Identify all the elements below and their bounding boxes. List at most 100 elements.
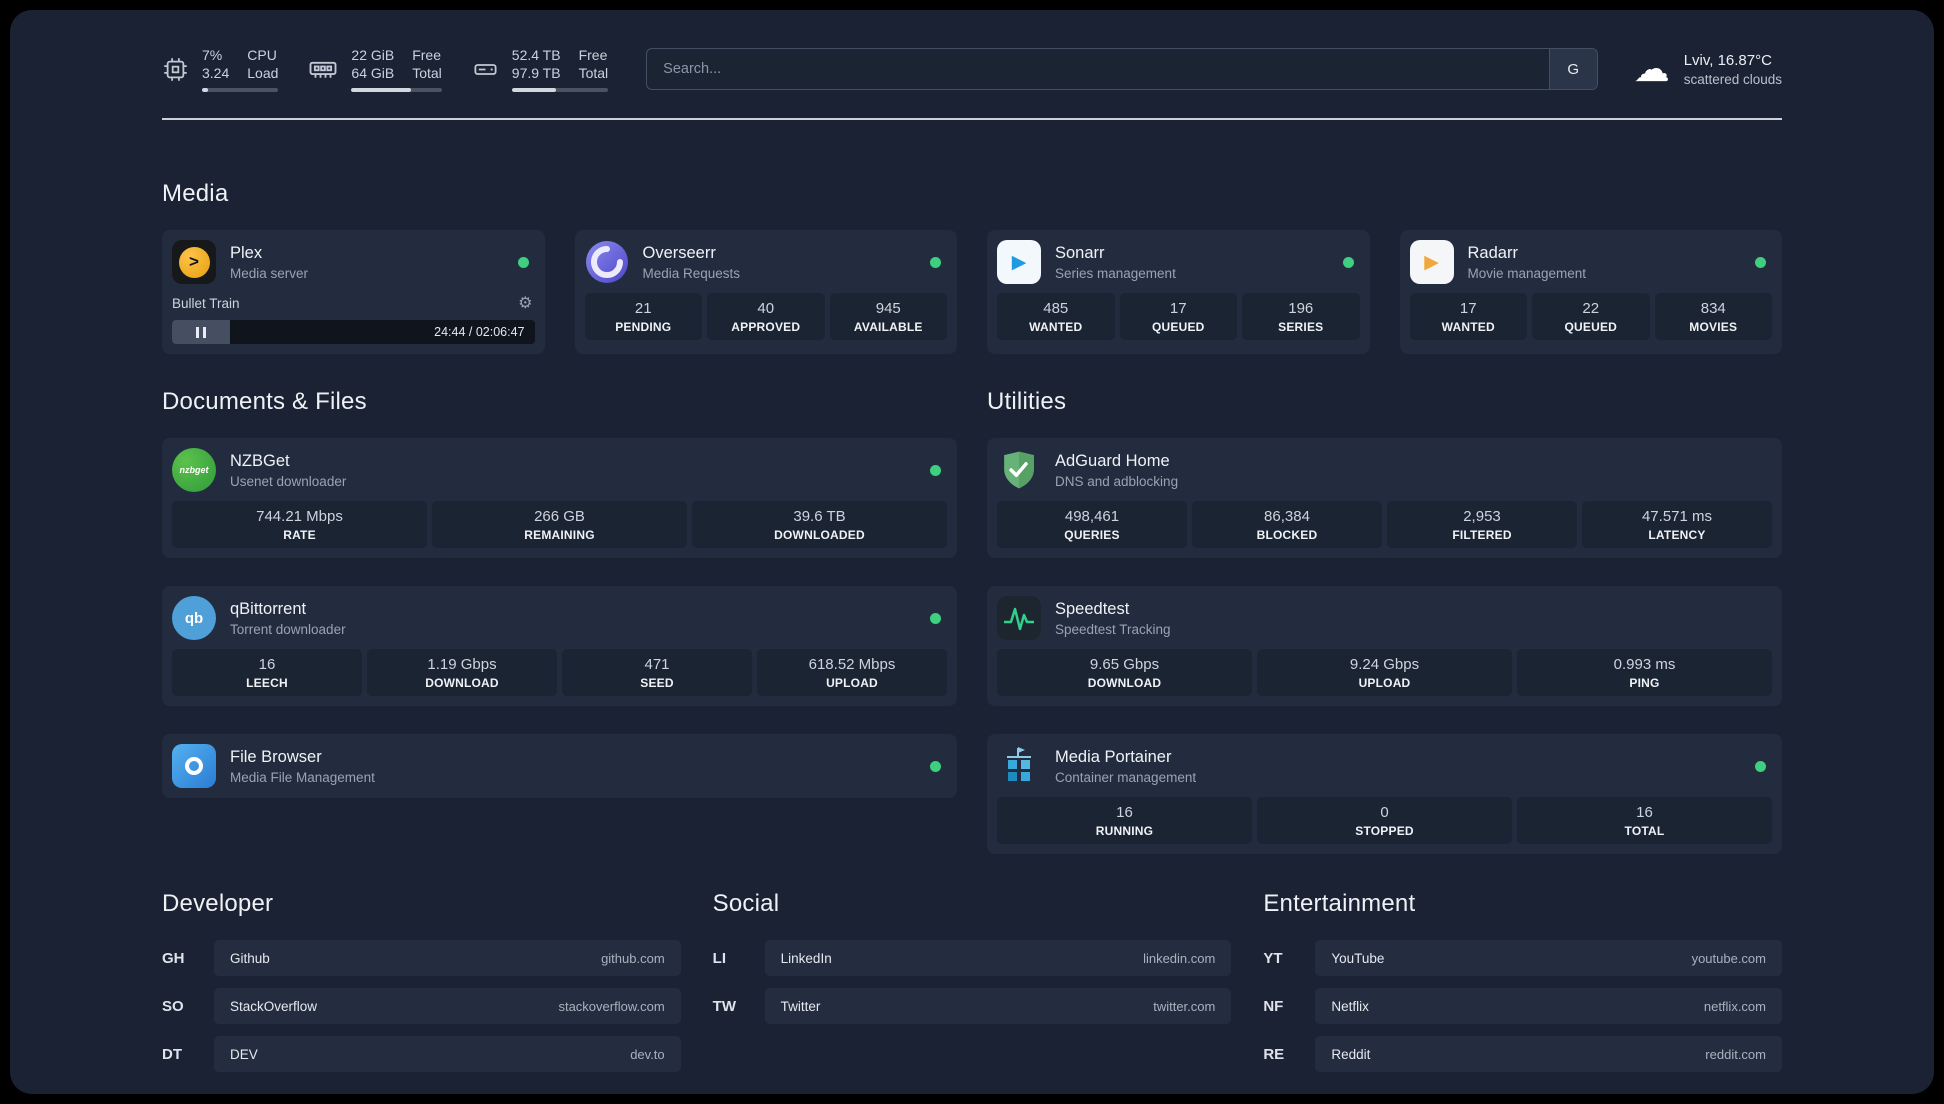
bookmark-link-reddit[interactable]: RE Reddit reddit.com [1263,1036,1782,1072]
stat-label: SEED [640,676,674,690]
stat-value: 618.52 Mbps [808,656,896,673]
stat-label: PING [1629,676,1660,690]
bookmark-name: YouTube [1331,950,1385,966]
service-card-filebrowser[interactable]: File Browser Media File Management [162,734,957,798]
status-indicator [930,760,941,772]
stat-tile: 16 RUNNING [997,797,1252,844]
nzbget-icon: nzbget [172,448,216,492]
radarr-icon: ▶ [1409,240,1454,284]
stat-value: 9.65 Gbps [1089,656,1160,673]
bookmark-name: Github [230,950,270,966]
disk-icon [472,56,499,83]
stat-label: WANTED [1029,320,1083,334]
qbittorrent-icon: qb [172,596,216,640]
bookmark-link-linkedin[interactable]: LI LinkedIn linkedin.com [713,940,1232,976]
stat-tile: 498,461 QUERIES [997,501,1187,548]
storage-total-label: Total [578,65,609,81]
service-name: qBittorrent [230,599,307,618]
stat-tile: 1.19 Gbps DOWNLOAD [367,649,557,696]
search-input[interactable] [647,49,1549,89]
stat-tile: 22 QUEUED [1532,293,1650,340]
stat-label: DOWNLOADED [774,528,865,542]
portainer-icon [997,744,1041,788]
memory-monitor: 22 GiB 64 GiB Free Total [308,46,442,92]
gear-icon[interactable]: ⚙ [518,293,532,313]
service-card-portainer[interactable]: Media Portainer Container management 16 … [987,734,1782,854]
service-card-adguard[interactable]: AdGuard Home DNS and adblocking 498,461 … [987,438,1782,558]
speedtest-icon [997,596,1041,640]
status-indicator [1342,256,1354,268]
dashboard-panel: 7% 3.24 CPU Load 22 GiB 64 GiB Free Tota… [10,10,1934,1094]
service-subtitle: Container management [1055,769,1197,785]
service-name: AdGuard Home [1055,451,1170,470]
service-name: Plex [230,243,263,262]
stat-tile: 16 LEECH [172,649,362,696]
stat-tile: 40 APPROVED [707,293,825,340]
memory-free-label: Free [412,47,442,63]
stat-value: 39.6 TB [793,508,846,525]
stat-tile: 744.21 Mbps RATE [172,501,427,548]
stat-value: 485 [1043,300,1069,317]
bookmark-group-social: Social LI LinkedIn linkedin.com TW Twitt… [713,890,1232,1084]
plex-icon: > [172,240,216,284]
stat-tile: 47.571 ms LATENCY [1582,501,1772,548]
stat-label: APPROVED [731,320,801,334]
service-card-radarr[interactable]: ▶ Radarr Movie management 17 WANTED 22 Q… [1399,230,1782,354]
status-indicator [1755,760,1766,772]
stat-value: 2,953 [1463,508,1501,525]
bookmark-url: twitter.com [1153,998,1216,1014]
search-provider-button[interactable]: G [1548,49,1597,89]
stat-value: 196 [1288,300,1314,317]
stat-tile: 39.6 TB DOWNLOADED [692,501,947,548]
service-card-nzbget[interactable]: nzbget NZBGet Usenet downloader 744.21 M… [162,438,957,558]
bookmark-link-dev[interactable]: DT DEV dev.to [162,1036,681,1072]
stat-value: 945 [875,300,901,317]
section-title-media: Media [162,180,229,207]
service-subtitle: Usenet downloader [230,473,347,489]
bookmark-abbr: DT [162,1045,182,1063]
stat-tile: 9.24 Gbps UPLOAD [1257,649,1512,696]
stat-value: 22 [1582,300,1600,317]
storage-monitor: 52.4 TB 97.9 TB Free Total [472,46,609,92]
bookmark-link-netflix[interactable]: NF Netflix netflix.com [1263,988,1782,1024]
stat-label: QUERIES [1064,528,1120,542]
stat-label: STOPPED [1355,824,1414,838]
bookmark-abbr: TW [712,997,736,1015]
storage-free: 52.4 TB [511,47,561,63]
stat-label: REMAINING [524,528,595,542]
service-name: Radarr [1467,243,1518,262]
bookmark-url: linkedin.com [1143,950,1216,966]
service-card-speedtest[interactable]: Speedtest Speedtest Tracking 9.65 Gbps D… [987,586,1782,706]
stat-label: PENDING [615,320,672,334]
service-name: NZBGet [230,451,290,470]
sonarr-icon: ▶ [997,240,1041,284]
bookmark-link-stackoverflow[interactable]: SO StackOverflow stackoverflow.com [162,988,681,1024]
stat-tile: 16 TOTAL [1517,797,1772,844]
service-name: File Browser [230,747,322,766]
pause-button[interactable] [172,320,230,344]
service-name: Overseerr [642,243,716,262]
now-playing-title: Bullet Train [172,295,240,311]
status-indicator [930,256,941,268]
memory-total-label: Total [412,65,442,81]
bookmark-link-github[interactable]: GH Github github.com [162,940,681,976]
stat-tile: 9.65 Gbps DOWNLOAD [997,649,1252,696]
bookmark-link-youtube[interactable]: YT YouTube youtube.com [1263,940,1782,976]
cpu-label: CPU [247,47,277,63]
service-card-plex[interactable]: > Plex Media server Bullet Train ⚙ 24:44… [162,230,545,354]
bookmark-link-twitter[interactable]: TW Twitter twitter.com [713,988,1232,1024]
stat-value: 17 [1459,300,1477,317]
stat-tile: 86,384 BLOCKED [1192,501,1382,548]
service-card-overseerr[interactable]: Overseerr Media Requests 21 PENDING 40 A… [574,230,957,354]
topbar-divider [162,118,1782,120]
bookmark-url: dev.to [630,1046,665,1062]
stat-label: SERIES [1278,320,1324,334]
cpu-progress-fill [202,88,209,92]
service-card-qbittorrent[interactable]: qb qBittorrent Torrent downloader 16 LEE… [162,586,957,706]
service-card-sonarr[interactable]: ▶ Sonarr Series management 485 WANTED 17… [987,230,1370,354]
bookmark-abbr: NF [1263,997,1284,1015]
stat-label: LATENCY [1648,528,1706,542]
overseerr-icon [585,240,629,284]
stat-label: RUNNING [1095,824,1154,838]
memory-progress-fill [351,88,412,92]
